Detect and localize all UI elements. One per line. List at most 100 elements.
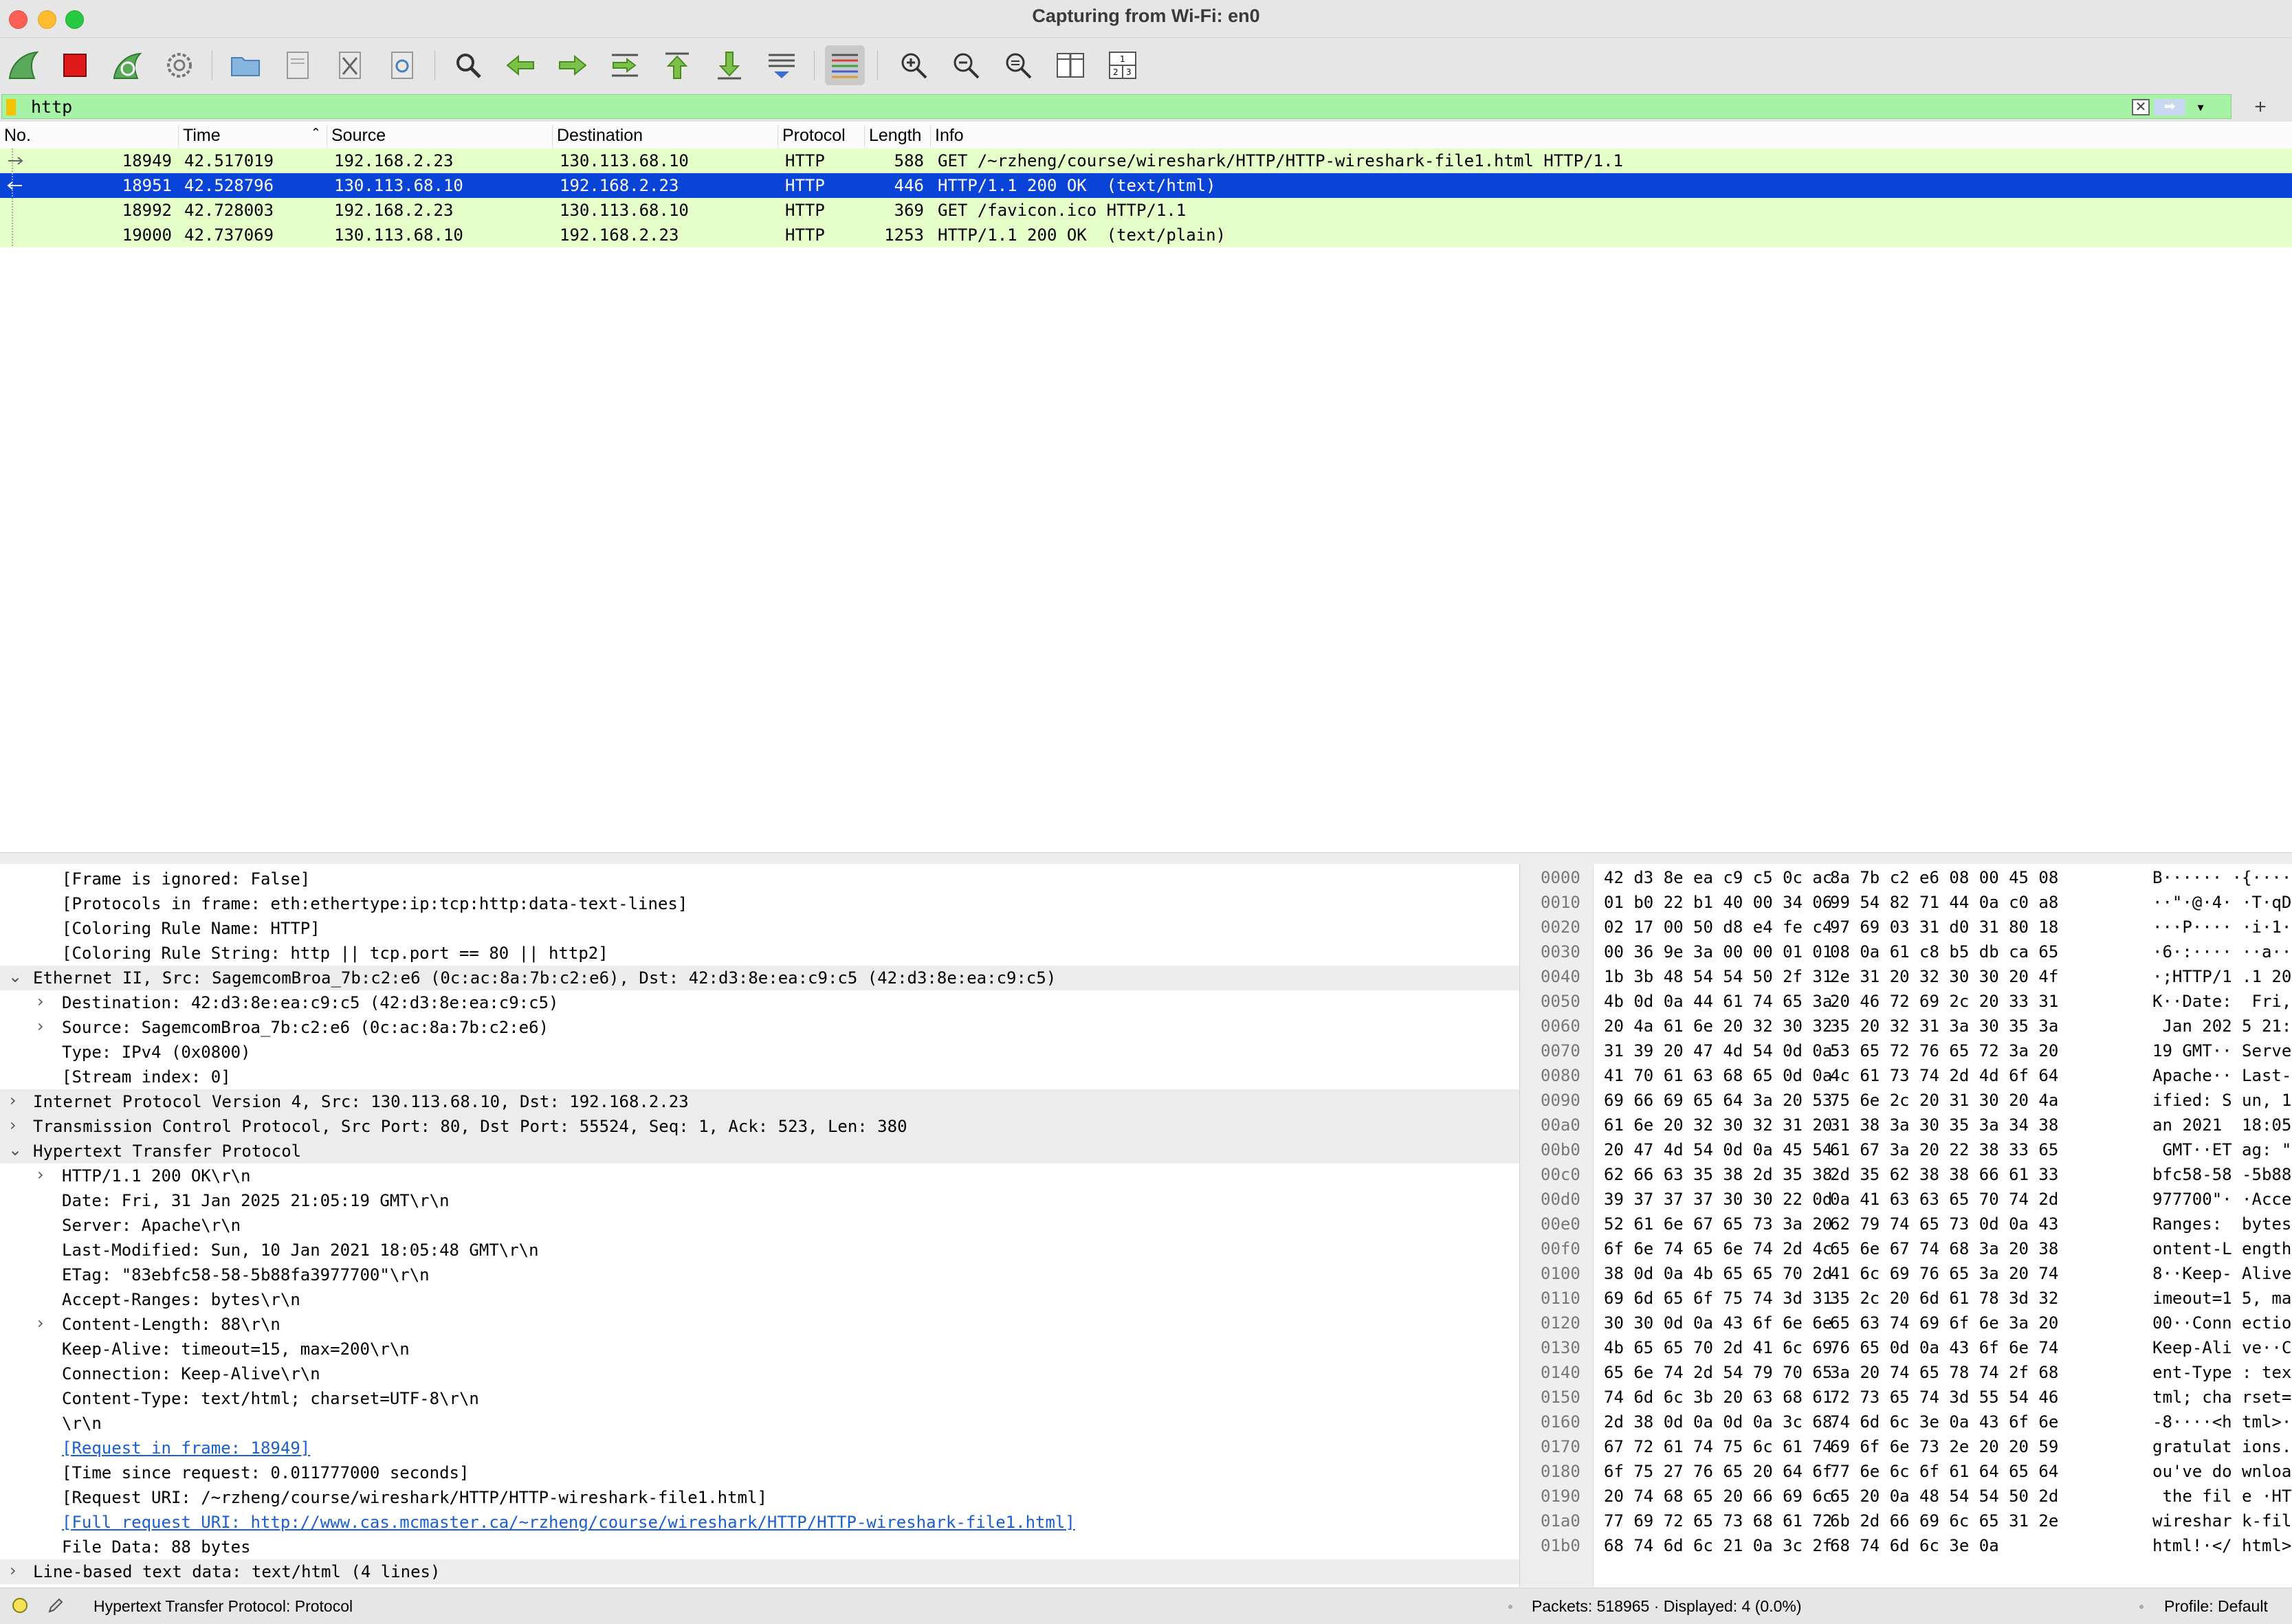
tree-item-http[interactable]: ⌄ Hypertext Transfer Protocol bbox=[0, 1139, 1519, 1164]
hex-row[interactable]: 01a0 77 69 72 65 73 68 61 72 6b 2d 66 69 6… bbox=[1530, 1510, 2292, 1535]
hex-row[interactable]: 00a0 61 6e 20 32 30 32 31 20 31 38 3a 30 3… bbox=[1530, 1114, 2292, 1139]
capture-options-gear-icon[interactable] bbox=[159, 45, 199, 85]
zoom-out-icon[interactable] bbox=[946, 45, 986, 85]
hex-row[interactable]: 0190 20 74 68 65 20 66 69 6c 65 20 0a 48 5… bbox=[1530, 1485, 2292, 1510]
edit-comment-pencil-icon[interactable] bbox=[45, 1595, 66, 1616]
go-back-arrow-icon[interactable] bbox=[500, 45, 540, 85]
pane-splitter-horizontal[interactable] bbox=[0, 852, 2292, 865]
full-request-uri-link[interactable]: [Full request URI: http://www.cas.mcmast… bbox=[62, 1513, 1075, 1532]
shark-fin-start-icon[interactable] bbox=[4, 45, 44, 85]
hex-row[interactable]: 0120 30 30 0d 0a 43 6f 6e 6e 65 63 74 69 6… bbox=[1530, 1312, 2292, 1337]
go-first-packet-icon[interactable] bbox=[657, 45, 697, 85]
tree-item[interactable]: Server: Apache\r\n bbox=[0, 1213, 1519, 1238]
tree-item[interactable]: Connection: Keep-Alive\r\n bbox=[0, 1361, 1519, 1386]
hex-row[interactable]: 0150 74 6d 6c 3b 20 63 68 61 72 73 65 74 3… bbox=[1530, 1386, 2292, 1411]
chevron-right-icon[interactable]: › bbox=[10, 1561, 16, 1580]
packet-row-selected[interactable]: 18951 42.528796 130.113.68.10 192.168.2.… bbox=[0, 173, 2292, 198]
chevron-right-icon[interactable]: › bbox=[37, 1165, 44, 1184]
column-header-destination[interactable]: Destination bbox=[553, 126, 778, 146]
packet-row[interactable]: 18992 42.728003 192.168.2.23 130.113.68.… bbox=[0, 198, 2292, 223]
packet-row[interactable]: 18949 42.517019 192.168.2.23 130.113.68.… bbox=[0, 148, 2292, 173]
tree-item[interactable]: › HTTP/1.1 200 OK\r\n bbox=[0, 1164, 1519, 1188]
hex-row[interactable]: 00e0 52 61 6e 67 65 73 3a 20 62 79 74 65 7… bbox=[1530, 1213, 2292, 1238]
filter-text[interactable]: http bbox=[31, 97, 72, 117]
bookmark-icon[interactable] bbox=[6, 99, 16, 115]
tree-item[interactable]: Keep-Alive: timeout=15, max=200\r\n bbox=[0, 1337, 1519, 1361]
chevron-right-icon[interactable]: › bbox=[37, 1016, 44, 1036]
tree-item[interactable]: › Source: SagemcomBroa_7b:c2:e6 (0c:ac:8a… bbox=[0, 1015, 1519, 1040]
display-filter-input[interactable]: http ✕ ➡ ▾ bbox=[1, 94, 2232, 119]
hex-row[interactable]: 0160 2d 38 0d 0a 0d 0a 3c 68 74 6d 6c 3e 0… bbox=[1530, 1411, 2292, 1436]
hex-row[interactable]: 0030 00 36 9e 3a 00 00 01 01 08 0a 61 c8 b… bbox=[1530, 941, 2292, 966]
expert-info-indicator-icon[interactable] bbox=[12, 1598, 27, 1613]
hex-row[interactable]: 00c0 62 66 63 35 38 2d 35 38 2d 35 62 38 3… bbox=[1530, 1164, 2292, 1188]
tree-item[interactable]: Last-Modified: Sun, 10 Jan 2021 18:05:48… bbox=[0, 1238, 1519, 1263]
hex-row[interactable]: 0000 42 d3 8e ea c9 c5 0c ac 8a 7b c2 e6 0… bbox=[1530, 867, 2292, 891]
hex-row[interactable]: 0070 31 39 20 47 4d 54 0d 0a 53 65 72 76 6… bbox=[1530, 1040, 2292, 1065]
tree-item-ipv4[interactable]: › Internet Protocol Version 4, Src: 130.1… bbox=[0, 1089, 1519, 1114]
tree-item-request-link[interactable]: [Request in frame: 18949] bbox=[0, 1436, 1519, 1460]
zoom-in-icon[interactable] bbox=[894, 45, 934, 85]
column-header-time[interactable]: Time ⌃ bbox=[179, 126, 327, 146]
pane-splitter-vertical[interactable] bbox=[1519, 864, 1530, 1587]
apply-filter-arrow-icon[interactable]: ➡ bbox=[2154, 99, 2185, 115]
column-header-source[interactable]: Source bbox=[327, 126, 553, 146]
clear-filter-icon[interactable]: ✕ bbox=[2132, 99, 2150, 115]
hex-row[interactable]: 0090 69 66 69 65 64 3a 20 53 75 6e 2c 20 3… bbox=[1530, 1089, 2292, 1114]
hex-row[interactable]: 0010 01 b0 22 b1 40 00 34 06 99 54 82 71 4… bbox=[1530, 891, 2292, 916]
tree-item[interactable]: [Time since request: 0.011777000 seconds… bbox=[0, 1460, 1519, 1485]
hex-row[interactable]: 0050 4b 0d 0a 44 61 74 65 3a 20 46 72 69 2… bbox=[1530, 990, 2292, 1015]
tree-item-tcp[interactable]: › Transmission Control Protocol, Src Port… bbox=[0, 1114, 1519, 1139]
column-header-info[interactable]: Info bbox=[931, 126, 2292, 146]
go-to-packet-icon[interactable] bbox=[605, 45, 645, 85]
resize-columns-icon[interactable] bbox=[1050, 45, 1090, 85]
column-header-no[interactable]: No. bbox=[0, 126, 179, 146]
tree-item[interactable]: [Request URI: /~rzheng/course/wireshark/… bbox=[0, 1485, 1519, 1510]
tree-item-full-uri-link[interactable]: [Full request URI: http://www.cas.mcmast… bbox=[0, 1510, 1519, 1535]
hex-row[interactable]: 00b0 20 47 4d 54 0d 0a 45 54 61 67 3a 20 2… bbox=[1530, 1139, 2292, 1164]
tree-item[interactable]: \r\n bbox=[0, 1411, 1519, 1436]
hex-row[interactable]: 00f0 6f 6e 74 65 6e 74 2d 4c 65 6e 67 74 6… bbox=[1530, 1238, 2292, 1263]
tree-item[interactable]: Content-Type: text/html; charset=UTF-8\r… bbox=[0, 1386, 1519, 1411]
hex-row[interactable]: 0170 67 72 61 74 75 6c 61 74 69 6f 6e 73 2… bbox=[1530, 1436, 2292, 1460]
tree-item[interactable]: [Protocols in frame: eth:ethertype:ip:tc… bbox=[0, 891, 1519, 916]
column-header-length[interactable]: Length bbox=[865, 126, 931, 146]
add-filter-button[interactable]: + bbox=[2247, 93, 2274, 122]
auto-scroll-icon[interactable] bbox=[762, 45, 802, 85]
request-in-frame-link[interactable]: [Request in frame: 18949] bbox=[62, 1438, 310, 1458]
tree-item[interactable]: Date: Fri, 31 Jan 2025 21:05:19 GMT\r\n bbox=[0, 1188, 1519, 1213]
hex-row[interactable]: 0180 6f 75 27 76 65 20 64 6f 77 6e 6c 6f 6… bbox=[1530, 1460, 2292, 1485]
restart-capture-icon[interactable] bbox=[107, 45, 147, 85]
tree-item[interactable]: [Coloring Rule String: http || tcp.port … bbox=[0, 941, 1519, 966]
reload-file-icon[interactable] bbox=[382, 45, 422, 85]
zoom-normal-icon[interactable] bbox=[998, 45, 1038, 85]
tree-item-line-based-text[interactable]: › Line-based text data: text/html (4 line… bbox=[0, 1559, 1519, 1584]
save-file-icon[interactable] bbox=[278, 45, 318, 85]
tree-item[interactable]: › Destination: 42:d3:8e:ea:c9:c5 (42:d3:8… bbox=[0, 990, 1519, 1015]
hex-row[interactable]: 0060 20 4a 61 6e 20 32 30 32 35 20 32 31 3… bbox=[1530, 1015, 2292, 1040]
go-last-packet-icon[interactable] bbox=[709, 45, 749, 85]
stop-capture-icon[interactable] bbox=[55, 45, 95, 85]
tree-item[interactable]: Accept-Ranges: bytes\r\n bbox=[0, 1287, 1519, 1312]
chevron-down-icon[interactable]: ⌄ bbox=[8, 967, 22, 986]
tree-item[interactable]: File Data: 88 bytes bbox=[0, 1535, 1519, 1559]
filter-history-chevron-down-icon[interactable]: ▾ bbox=[2191, 98, 2210, 117]
hex-row[interactable]: 0100 38 0d 0a 4b 65 65 70 2d 41 6c 69 76 6… bbox=[1530, 1263, 2292, 1287]
column-header-protocol[interactable]: Protocol bbox=[778, 126, 865, 146]
chevron-right-icon[interactable]: › bbox=[37, 992, 44, 1011]
find-packet-magnifier-icon[interactable] bbox=[448, 45, 488, 85]
colorize-lines-icon[interactable] bbox=[825, 45, 865, 85]
tree-item[interactable]: [Stream index: 0] bbox=[0, 1065, 1519, 1089]
hex-row[interactable]: 0140 65 6e 74 2d 54 79 70 65 3a 20 74 65 7… bbox=[1530, 1361, 2292, 1386]
packet-row[interactable]: 19000 42.737069 130.113.68.10 192.168.2.… bbox=[0, 223, 2292, 247]
chevron-down-icon[interactable]: ⌄ bbox=[8, 1140, 22, 1159]
tree-item[interactable]: › Content-Length: 88\r\n bbox=[0, 1312, 1519, 1337]
hex-row[interactable]: 0040 1b 3b 48 54 54 50 2f 31 2e 31 20 32 3… bbox=[1530, 966, 2292, 990]
hex-row[interactable]: 00d0 39 37 37 37 30 30 22 0d 0a 41 63 63 6… bbox=[1530, 1188, 2292, 1213]
layout-panes-icon[interactable]: 123 bbox=[1103, 45, 1143, 85]
hex-row[interactable]: 0020 02 17 00 50 d8 e4 fe c4 97 69 03 31 d… bbox=[1530, 916, 2292, 941]
tree-item[interactable]: [Frame is ignored: False] bbox=[0, 867, 1519, 891]
close-file-icon[interactable] bbox=[330, 45, 370, 85]
profile-selector[interactable]: Profile: Default bbox=[2164, 1597, 2268, 1616]
hex-row[interactable]: 01b0 68 74 6d 6c 21 0a 3c 2f 68 74 6d 6c 3… bbox=[1530, 1535, 2292, 1559]
